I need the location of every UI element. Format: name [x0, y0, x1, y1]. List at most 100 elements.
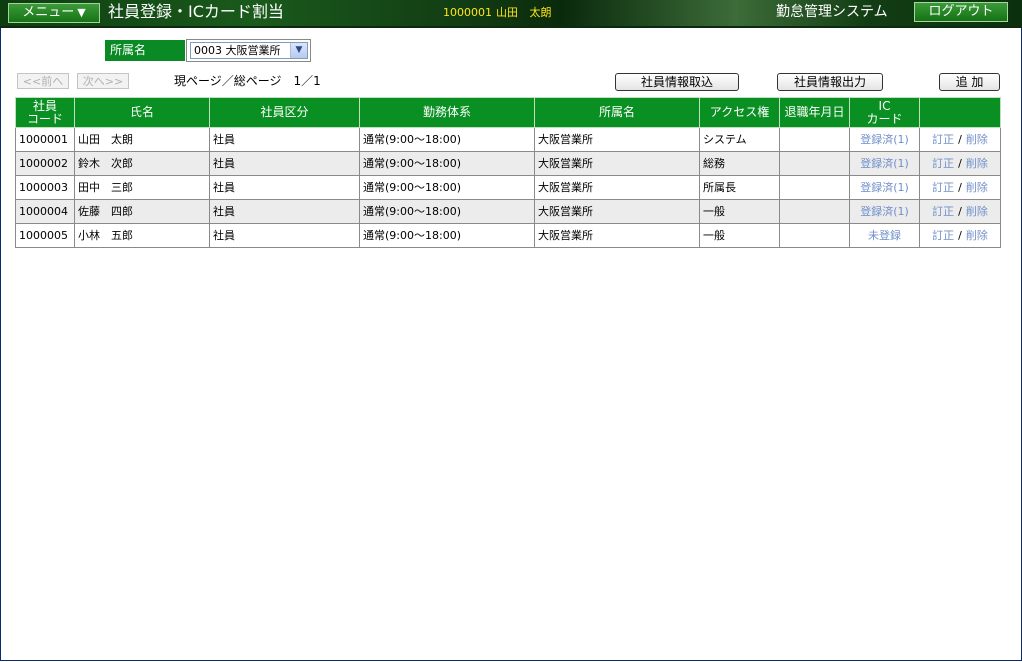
- employee-table: 社員 コード 氏名 社員区分 勤務体系 所属名 アクセス権 退職年月日 IC カード…: [15, 97, 1001, 248]
- add-employee-button[interactable]: 追 加: [939, 73, 1000, 91]
- table-row: 1000004 佐藤 四郎 社員 通常(9:00～18:00) 大阪営業所 一般…: [15, 199, 1001, 224]
- cell-code: 1000004: [15, 199, 75, 224]
- cell-operations: 訂正 / 削除: [919, 199, 1001, 224]
- table-row: 1000003 田中 三郎 社員 通常(9:00～18:00) 大阪営業所 所属…: [15, 175, 1001, 200]
- ic-card-link[interactable]: 登録済(1): [860, 133, 909, 146]
- delete-link[interactable]: 削除: [966, 133, 988, 146]
- department-filter-box: 0003 大阪営業所 ▼: [186, 39, 311, 62]
- export-employees-button[interactable]: 社員情報出力: [777, 73, 883, 91]
- cell-access: システム: [699, 127, 780, 152]
- cell-operations: 訂正 / 削除: [919, 127, 1001, 152]
- header-operations: [919, 97, 1001, 128]
- cell-ic-card: 登録済(1): [849, 199, 920, 224]
- cell-code: 1000005: [15, 223, 75, 248]
- cell-access: 一般: [699, 223, 780, 248]
- menu-button[interactable]: メニュー ▼: [8, 3, 100, 23]
- user-code: 1000001: [443, 6, 492, 19]
- ic-card-link[interactable]: 登録済(1): [860, 181, 909, 194]
- ic-card-link[interactable]: 未登録: [868, 229, 901, 242]
- import-employees-button[interactable]: 社員情報取込: [615, 73, 739, 91]
- delete-link[interactable]: 削除: [966, 205, 988, 218]
- cell-code: 1000002: [15, 151, 75, 176]
- edit-link[interactable]: 訂正: [932, 133, 954, 146]
- table-row: 1000005 小林 五郎 社員 通常(9:00～18:00) 大阪営業所 一般…: [15, 223, 1001, 248]
- edit-link[interactable]: 訂正: [932, 229, 954, 242]
- cell-shift: 通常(9:00～18:00): [359, 127, 535, 152]
- separator: /: [958, 157, 962, 170]
- logout-button[interactable]: ログアウト: [914, 2, 1008, 22]
- cell-type: 社員: [209, 199, 360, 224]
- cell-operations: 訂正 / 削除: [919, 151, 1001, 176]
- cell-type: 社員: [209, 127, 360, 152]
- cell-ic-card: 登録済(1): [849, 151, 920, 176]
- cell-shift: 通常(9:00～18:00): [359, 199, 535, 224]
- header-work-shift: 勤務体系: [359, 97, 535, 128]
- department-select[interactable]: 0003 大阪営業所 ▼: [190, 42, 308, 59]
- ic-card-link[interactable]: 登録済(1): [860, 205, 909, 218]
- user-name: 山田 太朗: [496, 6, 552, 19]
- triangle-down-icon: ▼: [77, 6, 86, 19]
- cell-name: 山田 太朗: [74, 127, 210, 152]
- cell-retirement: [779, 127, 850, 152]
- separator: /: [958, 133, 962, 146]
- page-title: 社員登録・ICカード割当: [108, 2, 284, 21]
- cell-access: 総務: [699, 151, 780, 176]
- cell-name: 佐藤 四郎: [74, 199, 210, 224]
- cell-name: 小林 五郎: [74, 223, 210, 248]
- edit-link[interactable]: 訂正: [932, 157, 954, 170]
- header-name: 氏名: [74, 97, 210, 128]
- cell-retirement: [779, 199, 850, 224]
- cell-code: 1000001: [15, 127, 75, 152]
- cell-ic-card: 未登録: [849, 223, 920, 248]
- cell-type: 社員: [209, 223, 360, 248]
- page-indicator: 現ページ／総ページ 1／1: [174, 74, 321, 88]
- cell-access: 一般: [699, 199, 780, 224]
- chevron-down-icon[interactable]: ▼: [290, 43, 307, 58]
- cell-retirement: [779, 151, 850, 176]
- cell-ic-card: 登録済(1): [849, 175, 920, 200]
- system-name: 勤怠管理システム: [776, 4, 888, 20]
- header-access-rights: アクセス権: [699, 97, 780, 128]
- separator: /: [958, 181, 962, 194]
- cell-department: 大阪営業所: [534, 199, 700, 224]
- edit-link[interactable]: 訂正: [932, 205, 954, 218]
- cell-operations: 訂正 / 削除: [919, 175, 1001, 200]
- header-retirement-date: 退職年月日: [779, 97, 850, 128]
- cell-department: 大阪営業所: [534, 175, 700, 200]
- cell-name: 鈴木 次郎: [74, 151, 210, 176]
- cell-ic-card: 登録済(1): [849, 127, 920, 152]
- department-select-value: 0003 大阪営業所: [194, 44, 281, 57]
- header-employee-type: 社員区分: [209, 97, 360, 128]
- cell-operations: 訂正 / 削除: [919, 223, 1001, 248]
- cell-type: 社員: [209, 175, 360, 200]
- cell-retirement: [779, 175, 850, 200]
- header-ic-card: IC カード: [849, 97, 920, 128]
- table-row: 1000001 山田 太朗 社員 通常(9:00～18:00) 大阪営業所 シス…: [15, 127, 1001, 152]
- menu-label: メニュー: [22, 5, 75, 20]
- delete-link[interactable]: 削除: [966, 181, 988, 194]
- cell-access: 所属長: [699, 175, 780, 200]
- cell-type: 社員: [209, 151, 360, 176]
- header-employee-code: 社員 コード: [15, 97, 75, 128]
- separator: /: [958, 205, 962, 218]
- cell-shift: 通常(9:00～18:00): [359, 223, 535, 248]
- department-filter-label: 所属名: [105, 40, 185, 61]
- separator: /: [958, 229, 962, 242]
- delete-link[interactable]: 削除: [966, 229, 988, 242]
- cell-name: 田中 三郎: [74, 175, 210, 200]
- cell-department: 大阪営業所: [534, 151, 700, 176]
- app-header: メニュー ▼ 社員登録・ICカード割当 1000001 山田 太朗 勤怠管理システ…: [0, 0, 1022, 28]
- cell-department: 大阪営業所: [534, 127, 700, 152]
- cell-shift: 通常(9:00～18:00): [359, 175, 535, 200]
- cell-retirement: [779, 223, 850, 248]
- prev-page-button[interactable]: <<前へ: [17, 73, 69, 89]
- next-page-button[interactable]: 次へ>>: [77, 73, 129, 89]
- table-row: 1000002 鈴木 次郎 社員 通常(9:00～18:00) 大阪営業所 総務…: [15, 151, 1001, 176]
- edit-link[interactable]: 訂正: [932, 181, 954, 194]
- cell-code: 1000003: [15, 175, 75, 200]
- ic-card-link[interactable]: 登録済(1): [860, 157, 909, 170]
- table-header-row: 社員 コード 氏名 社員区分 勤務体系 所属名 アクセス権 退職年月日 IC カード: [15, 97, 1001, 128]
- delete-link[interactable]: 削除: [966, 157, 988, 170]
- cell-shift: 通常(9:00～18:00): [359, 151, 535, 176]
- header-department: 所属名: [534, 97, 700, 128]
